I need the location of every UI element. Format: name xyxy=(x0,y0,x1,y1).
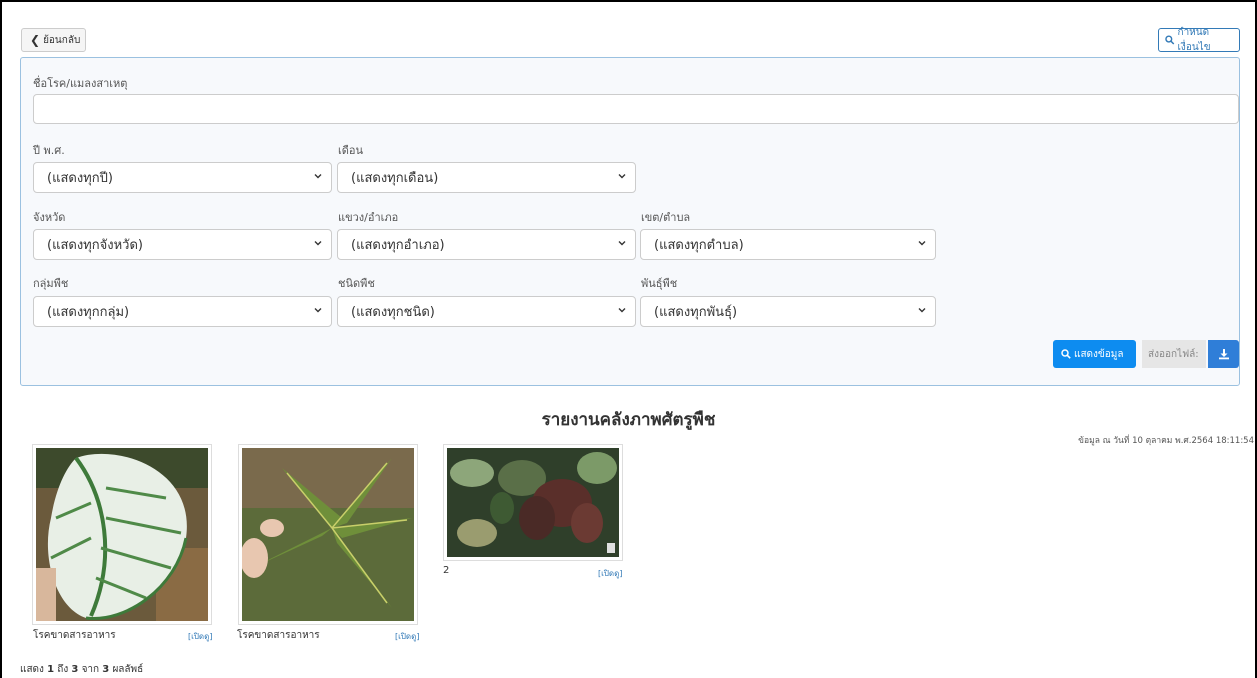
card-caption: 2 xyxy=(443,565,450,576)
plant-group-label: กลุ่มพืช xyxy=(33,277,69,290)
disease-input[interactable] xyxy=(33,94,1239,124)
image-card[interactable] xyxy=(32,444,212,625)
plant-type-label: ชนิดพืช xyxy=(338,277,375,290)
set-condition-label: กำหนดเงื่อนไข xyxy=(1177,27,1211,53)
province-label: จังหวัด xyxy=(33,211,66,224)
export-label: ส่งออกไฟล์: xyxy=(1142,340,1206,368)
year-select[interactable]: (แสดงทุกปี) xyxy=(33,162,332,193)
chevron-down-icon xyxy=(618,308,626,313)
plant-type-select-value: (แสดงทุกชนิด) xyxy=(351,305,435,320)
chevron-down-icon xyxy=(314,308,322,313)
report-title: รายงานคลังภาพศัตรูพืช xyxy=(541,410,716,430)
chevron-down-icon xyxy=(314,241,322,246)
card-caption: โรคขาดสารอาหาร xyxy=(33,630,116,641)
back-label: ย้อนกลับ xyxy=(43,34,81,46)
pagination-from: 1 xyxy=(47,664,55,675)
card-caption: โรคขาดสารอาหาร xyxy=(237,630,320,641)
pagination-total: 3 xyxy=(102,664,110,675)
pagination-to: 3 xyxy=(71,664,79,675)
variety-select[interactable]: (แสดงทุกพันธุ์) xyxy=(640,296,936,327)
chevron-left-icon: ❮ xyxy=(30,33,41,47)
disease-label: ชื่อโรค/แมลงสาเหตุ xyxy=(33,77,128,90)
plant-group-select-value: (แสดงทุกกลุ่ม) xyxy=(47,305,130,320)
plant-image[interactable] xyxy=(242,448,414,621)
month-select[interactable]: (แสดงทุกเดือน) xyxy=(337,162,636,193)
plant-image[interactable] xyxy=(447,448,619,557)
plant-image[interactable] xyxy=(36,448,208,621)
show-data-button[interactable]: แสดงข้อมูล xyxy=(1053,340,1136,368)
back-button[interactable]: ❮ ย้อนกลับ xyxy=(21,28,86,52)
year-select-value: (แสดงทุกปี) xyxy=(47,171,113,186)
subdistrict-select[interactable]: (แสดงทุกตำบล) xyxy=(640,229,936,260)
open-link[interactable]: [เปิดดู] xyxy=(598,567,622,580)
chevron-down-icon xyxy=(918,308,926,313)
variety-label: พันธุ์พืช xyxy=(641,277,678,290)
month-label: เดือน xyxy=(338,144,364,157)
province-select[interactable]: (แสดงทุกจังหวัด) xyxy=(33,229,332,260)
pagination-to-word: ถึง xyxy=(57,664,69,675)
open-link[interactable]: [เปิดดู] xyxy=(395,630,419,643)
district-select[interactable]: (แสดงทุกอำเภอ) xyxy=(337,229,636,260)
year-label: ปี พ.ศ. xyxy=(33,144,65,157)
variety-select-value: (แสดงทุกพันธุ์) xyxy=(654,305,738,320)
subdistrict-select-value: (แสดงทุกตำบล) xyxy=(654,238,744,253)
pagination-prefix: แสดง xyxy=(20,664,44,675)
download-icon xyxy=(1218,349,1229,360)
chevron-down-icon xyxy=(618,241,626,246)
chevron-down-icon xyxy=(618,174,626,179)
download-button[interactable] xyxy=(1208,340,1239,368)
set-condition-button[interactable]: กำหนดเงื่อนไข xyxy=(1158,27,1240,53)
pagination-suffix: ผลลัพธ์ xyxy=(112,664,144,675)
chevron-down-icon xyxy=(918,241,926,246)
month-select-value: (แสดงทุกเดือน) xyxy=(351,171,439,186)
province-select-value: (แสดงทุกจังหวัด) xyxy=(47,238,143,253)
image-card[interactable] xyxy=(238,444,418,625)
image-card[interactable] xyxy=(443,444,623,561)
show-data-label: แสดงข้อมูล xyxy=(1074,348,1124,360)
pagination-summary: แสดง 1 ถึง 3 จาก 3 ผลลัพธ์ xyxy=(20,662,143,677)
district-select-value: (แสดงทุกอำเภอ) xyxy=(351,238,445,253)
pagination-of-word: จาก xyxy=(81,664,100,675)
district-label: แขวง/อำเภอ xyxy=(338,211,399,224)
search-icon xyxy=(1061,349,1071,359)
plant-type-select[interactable]: (แสดงทุกชนิด) xyxy=(337,296,636,327)
open-link[interactable]: [เปิดดู] xyxy=(188,630,212,643)
subdistrict-label: เขต/ตำบล xyxy=(641,211,691,224)
plant-group-select[interactable]: (แสดงทุกกลุ่ม) xyxy=(33,296,332,327)
chevron-down-icon xyxy=(314,174,322,179)
search-icon xyxy=(1165,35,1175,45)
report-timestamp: ข้อมูล ณ วันที่ 10 ตุลาคม พ.ศ.2564 18:11… xyxy=(1078,436,1254,446)
